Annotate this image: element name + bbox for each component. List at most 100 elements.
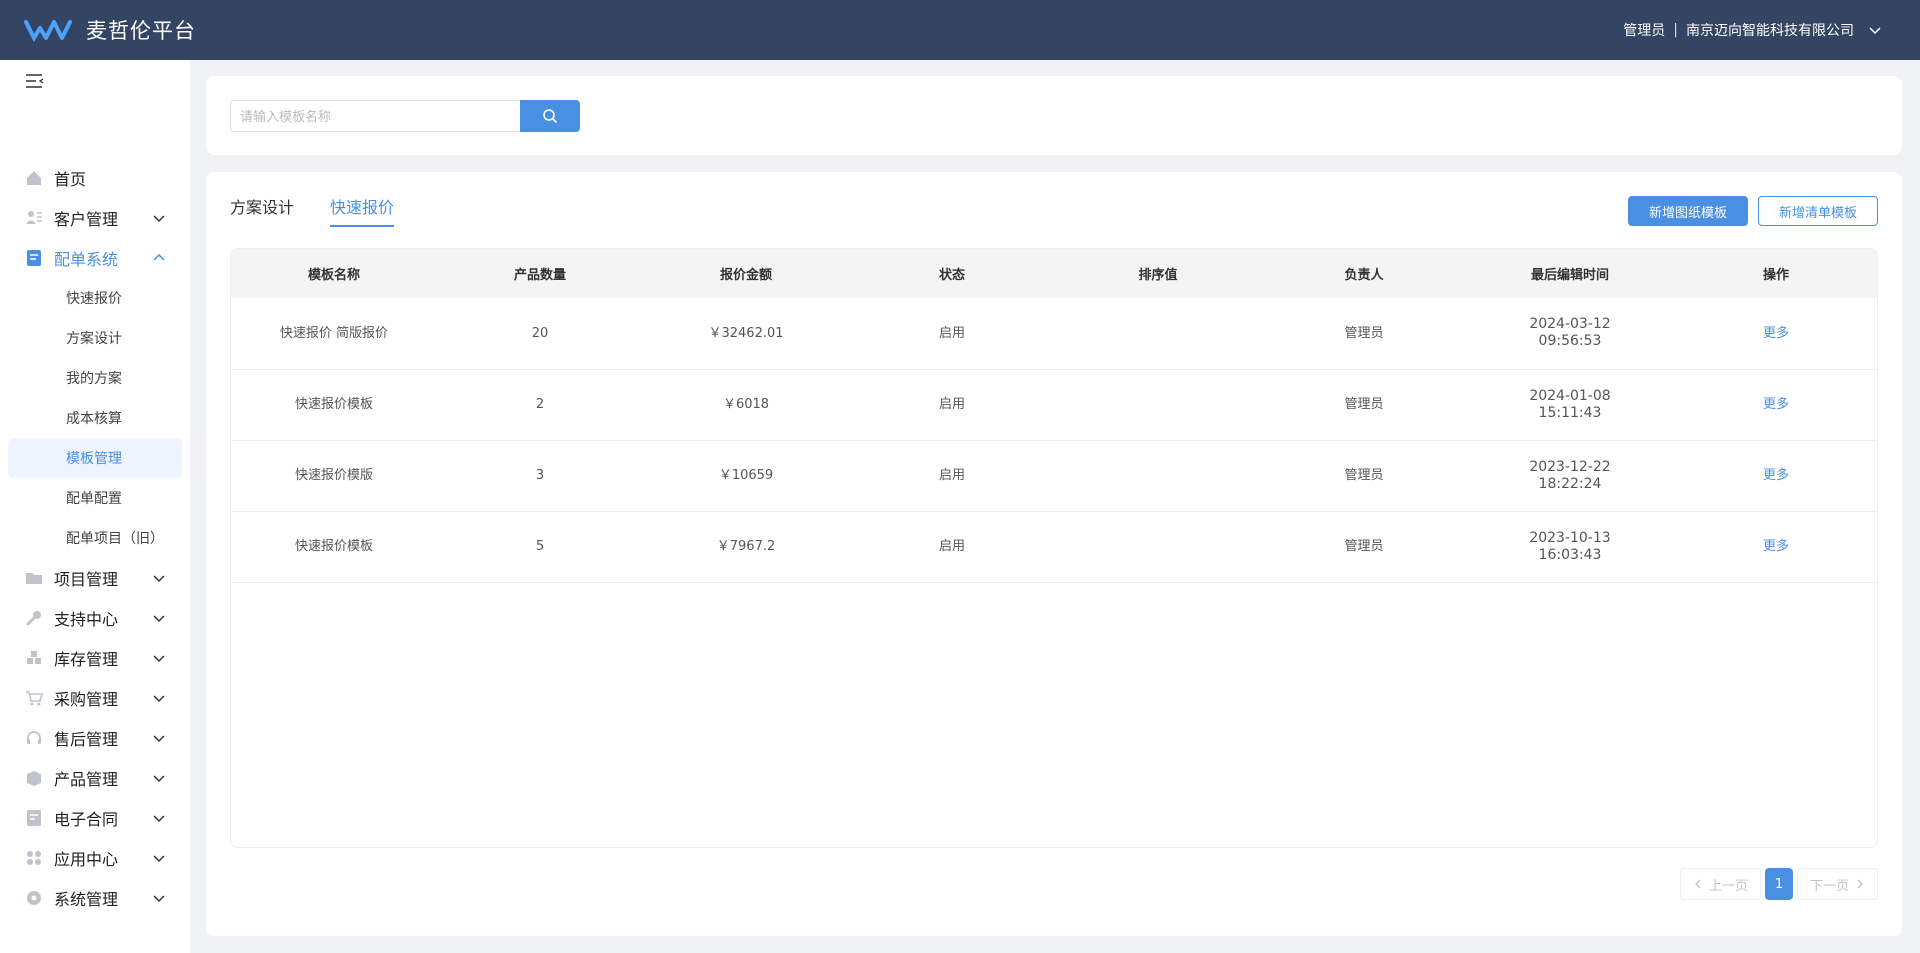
last-edit-clock: 18:22:24 <box>1538 475 1602 492</box>
action-cell: 更多 <box>1673 369 1877 440</box>
column-header: 模板名称 <box>307 268 360 283</box>
chevron-down-icon <box>153 895 165 903</box>
more-link[interactable]: 更多 <box>1763 397 1789 412</box>
tab-quick-quote[interactable]: 快速报价 <box>330 194 395 227</box>
top-bar: 麦哲伦平台 管理员 | 南京迈向智能科技有限公司 <box>0 0 1920 60</box>
sidebar-item-inventory[interactable]: 库存管理 <box>0 638 190 678</box>
sort-value-cell <box>1055 440 1261 511</box>
action-cell: 更多 <box>1673 440 1877 511</box>
menu-collapse-icon[interactable] <box>24 72 46 90</box>
sidebar-item-wrench[interactable]: 支持中心 <box>0 598 190 638</box>
more-link[interactable]: 更多 <box>1763 326 1789 341</box>
chevron-down-icon <box>153 655 165 663</box>
sidebar-item-apps[interactable]: 应用中心 <box>0 838 190 878</box>
action-cell: 更多 <box>1673 298 1877 369</box>
add-drawing-template-button[interactable]: 新增图纸模板 <box>1627 196 1748 226</box>
prev-page-button[interactable]: 上一页 <box>1679 868 1761 900</box>
add-list-template-button[interactable]: 新增清单模板 <box>1757 196 1878 226</box>
sidebar-subitem[interactable]: 模板管理 <box>8 438 182 478</box>
more-link[interactable]: 更多 <box>1763 539 1789 554</box>
sidebar-item-order[interactable]: 配单系统 <box>0 238 190 278</box>
chevron-down-icon <box>153 775 165 783</box>
last-edit-clock: 15:11:43 <box>1538 404 1602 421</box>
sort-value-cell <box>1055 511 1261 582</box>
sidebar-subitem[interactable]: 配单项目（旧） <box>8 518 182 558</box>
table-row: 快速报价 简版报价 20 ￥32462.01 启用 管理员 2024-03-12 09:56… <box>231 298 1877 369</box>
user-separator: | <box>1673 22 1678 38</box>
customer-icon <box>24 208 44 228</box>
template-tabs: 方案设计 快速报价 <box>230 194 430 227</box>
template-table: 模板名称 产品数量 报价金额 状态 排序值 负责人 最后编辑时间 操作 快速报价… <box>230 248 1878 848</box>
more-link[interactable]: 更多 <box>1763 468 1789 483</box>
chevron-down-icon <box>153 695 165 703</box>
status-cell: 启用 <box>938 397 965 412</box>
table-row: 快速报价模板 5 ￥7967.2 启用 管理员 2023-10-13 16:03:43 更多 <box>231 511 1877 582</box>
sidebar-item-folder[interactable]: 项目管理 <box>0 558 190 598</box>
next-page-label: 下一页 <box>1809 878 1849 894</box>
sidebar-item-label: 电子合同 <box>54 810 119 829</box>
sidebar-item-label: 售后管理 <box>54 730 119 749</box>
product-qty-cell: 5 <box>535 539 545 554</box>
quote-amount-cell: ￥6018 <box>722 397 770 412</box>
quote-amount-cell: ￥32462.01 <box>708 325 784 341</box>
sidebar-item-home[interactable]: 首页 <box>0 158 190 198</box>
sidebar-item-label: 应用中心 <box>54 850 119 869</box>
wrench-icon <box>24 608 44 628</box>
sidebar-item-label: 首页 <box>54 170 87 189</box>
template-name-cell: 快速报价模板 <box>294 539 373 554</box>
chevron-down-icon <box>153 815 165 823</box>
sidebar-item-label: 配单系统 <box>54 250 119 269</box>
sidebar-item-settings[interactable]: 系统管理 <box>0 878 190 918</box>
template-name-cell: 快速报价模板 <box>294 397 373 412</box>
sidebar-item-label: 产品管理 <box>54 770 119 789</box>
product-qty-cell: 2 <box>535 397 545 412</box>
search-button[interactable] <box>520 100 580 132</box>
sidebar-item-label: 系统管理 <box>54 890 119 909</box>
search-input[interactable] <box>230 100 520 132</box>
brand-name: 麦哲伦平台 <box>86 19 196 43</box>
action-buttons: 新增图纸模板 新增清单模板 <box>1627 196 1878 226</box>
sidebar-subitem[interactable]: 快速报价 <box>8 278 182 318</box>
column-header: 报价金额 <box>719 268 772 283</box>
sidebar-item-cart[interactable]: 采购管理 <box>0 678 190 718</box>
inventory-icon <box>24 648 44 668</box>
headset-icon <box>24 728 44 748</box>
sidebar-item-contract[interactable]: 电子合同 <box>0 798 190 838</box>
home-icon <box>24 168 44 188</box>
user-menu[interactable]: 管理员 | 南京迈向智能科技有限公司 <box>1623 20 1882 40</box>
sidebar-subitem[interactable]: 成本核算 <box>8 398 182 438</box>
product-qty-cell: 20 <box>531 325 549 341</box>
tab-scheme-design[interactable]: 方案设计 <box>230 194 294 227</box>
chevron-down-icon <box>153 215 165 223</box>
chevron-down-icon <box>153 735 165 743</box>
column-header: 产品数量 <box>513 268 566 283</box>
logo-icon <box>24 20 72 42</box>
chevron-down-icon[interactable] <box>1868 23 1882 37</box>
folder-icon <box>24 568 44 588</box>
sort-value-cell <box>1055 298 1261 369</box>
last-edit-time-cell: 2024-01-08 15:11:43 <box>1467 369 1673 440</box>
product-qty-cell: 3 <box>535 468 545 483</box>
last-edit-date: 2024-01-08 <box>1529 387 1611 404</box>
status-cell: 启用 <box>938 468 965 483</box>
sidebar-item-customer[interactable]: 客户管理 <box>0 198 190 238</box>
column-header: 状态 <box>938 268 965 283</box>
table-row: 快速报价模板 2 ￥6018 启用 管理员 2024-01-08 15:11:43 更多 <box>231 369 1877 440</box>
chevron-down-icon <box>153 615 165 623</box>
column-header: 最后编辑时间 <box>1530 268 1609 283</box>
sidebar-item-headset[interactable]: 售后管理 <box>0 718 190 758</box>
chevron-up-icon <box>153 253 165 261</box>
page-number-button[interactable]: 1 <box>1764 868 1793 900</box>
table-row: 快速报价模版 3 ￥10659 启用 管理员 2023-12-22 18:22:24 更多 <box>231 440 1877 511</box>
sidebar-item-box[interactable]: 产品管理 <box>0 758 190 798</box>
last-edit-time-cell: 2023-12-22 18:22:24 <box>1467 440 1673 511</box>
next-page-button[interactable]: 下一页 <box>1796 868 1878 900</box>
sidebar-subitem[interactable]: 方案设计 <box>8 318 182 358</box>
last-edit-date: 2023-10-13 <box>1529 529 1611 546</box>
sidebar-subitem[interactable]: 我的方案 <box>8 358 182 398</box>
chevron-down-icon <box>153 575 165 583</box>
sidebar-item-label: 采购管理 <box>54 690 119 709</box>
sort-value-cell <box>1055 369 1261 440</box>
last-edit-date: 2023-12-22 <box>1529 458 1611 475</box>
sidebar-subitem[interactable]: 配单配置 <box>8 478 182 518</box>
